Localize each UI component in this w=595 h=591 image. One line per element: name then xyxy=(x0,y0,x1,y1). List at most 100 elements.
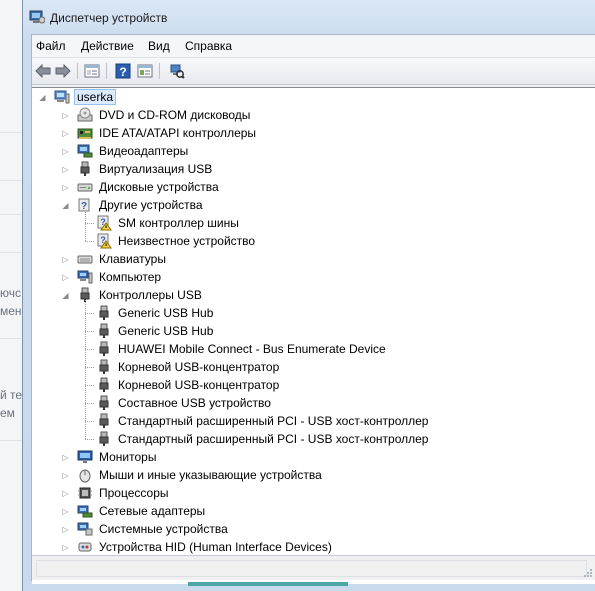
tree-node-label: Другие устройства xyxy=(99,198,203,212)
tree-connector-line xyxy=(85,210,86,241)
tree-node[interactable]: Контроллеры USB xyxy=(77,286,204,304)
menu-help[interactable]: Справка xyxy=(185,39,232,53)
expand-arrow-icon[interactable]: ▷ xyxy=(61,489,70,498)
tree-node[interactable]: IDE ATA/ATAPI контроллеры xyxy=(77,124,258,142)
keyboard-icon xyxy=(77,255,93,264)
tree-node-label: Мыши и иные указывающие устройства xyxy=(99,468,322,482)
tree-node-label: Неизвестное устройство xyxy=(118,234,256,248)
title-bar[interactable]: Диспетчер устройств xyxy=(23,0,595,36)
expand-arrow-icon[interactable]: ▷ xyxy=(61,453,70,462)
usb-plug-icon xyxy=(99,413,109,428)
toolbar: ? xyxy=(32,58,595,85)
properties-button[interactable] xyxy=(83,62,101,80)
tree-connector-line xyxy=(85,241,94,242)
tree-node-label: Клавиатуры xyxy=(99,252,166,266)
tree-child-node[interactable]: Корневой USB-концентратор xyxy=(96,376,281,394)
tree-connector-line xyxy=(85,331,94,332)
tree-node[interactable]: Клавиатуры xyxy=(77,250,168,268)
collapse-arrow-icon[interactable]: ◢ xyxy=(61,201,70,210)
tree-node[interactable]: ? Другие устройства xyxy=(77,196,205,214)
expand-arrow-icon[interactable]: ▷ xyxy=(61,471,70,480)
usb-plug-icon xyxy=(99,305,109,320)
tree-child-node[interactable]: ? SM контроллер шины xyxy=(96,214,241,232)
tree-child-node[interactable]: Generic USB Hub xyxy=(96,322,215,340)
tree-node-label: DVD и CD-ROM дисководы xyxy=(99,108,251,122)
resize-grip-icon[interactable] xyxy=(583,568,593,578)
tree-node[interactable]: DVD и CD-ROM дисководы xyxy=(77,106,252,124)
tree-connector-line xyxy=(85,385,94,386)
tree-node[interactable]: Компьютер xyxy=(77,268,163,286)
expand-arrow-icon[interactable]: ▷ xyxy=(61,147,70,156)
tree-node-label: Устройства HID (Human Interface Devices) xyxy=(99,540,332,554)
tree-node[interactable]: Видеоадаптеры xyxy=(77,142,190,160)
tree-node[interactable]: Дисковые устройства xyxy=(77,178,221,196)
monitor-icon xyxy=(77,450,93,463)
menu-bar: Файл Действие Вид Справка xyxy=(32,35,595,58)
usb-plug-icon xyxy=(99,359,109,374)
tree-node-label: Корневой USB-концентратор xyxy=(118,360,280,374)
tree-node-label: Видеоадаптеры xyxy=(99,144,189,158)
tree-node[interactable]: Системные устройства xyxy=(77,520,230,538)
tree-node[interactable]: Мониторы xyxy=(77,448,158,466)
background-text: й те xyxy=(0,388,23,402)
back-button[interactable] xyxy=(34,62,52,80)
tree-node[interactable]: Виртуализация USB xyxy=(77,160,214,178)
tree-node-label: Дисковые устройства xyxy=(99,180,219,194)
device-tree[interactable]: userka ◢ DVD и CD-ROM дисководы ▷ IDE ATA/AT… xyxy=(32,87,595,584)
tree-connector-line xyxy=(85,300,86,439)
window-title: Диспетчер устройств xyxy=(50,11,168,25)
processor-icon xyxy=(78,487,92,499)
tree-connector-line xyxy=(85,421,94,422)
menu-view[interactable]: Вид xyxy=(148,39,170,53)
tree-node-label: Составное USB устройство xyxy=(118,396,271,410)
collapse-arrow-icon[interactable]: ◢ xyxy=(38,93,47,102)
tree-connector-line xyxy=(85,403,94,404)
tree-connector-line xyxy=(85,349,94,350)
tree-node[interactable]: Устройства HID (Human Interface Devices) xyxy=(77,538,334,556)
help-button[interactable]: ? xyxy=(114,62,132,80)
expand-arrow-icon[interactable]: ▷ xyxy=(61,165,70,174)
tree-node[interactable]: Сетевые адаптеры xyxy=(77,502,207,520)
svg-text:?: ? xyxy=(119,65,126,79)
menu-action[interactable]: Действие xyxy=(81,39,134,53)
usb-plug-icon xyxy=(99,323,109,338)
usb-plug-icon xyxy=(99,395,109,410)
display-adapter-icon xyxy=(77,144,93,158)
expand-arrow-icon[interactable]: ▷ xyxy=(61,183,70,192)
usb-plug-icon xyxy=(99,377,109,392)
expand-arrow-icon[interactable]: ▷ xyxy=(61,129,70,138)
status-bar xyxy=(32,555,595,586)
tree-child-node[interactable]: Стандартный расширенный PCI - USB хост-к… xyxy=(96,430,430,448)
tree-child-node[interactable]: Стандартный расширенный PCI - USB хост-к… xyxy=(96,412,430,430)
expand-arrow-icon[interactable]: ▷ xyxy=(61,111,70,120)
device-manager-icon xyxy=(29,10,45,24)
tree-node-label: IDE ATA/ATAPI контроллеры xyxy=(99,126,257,140)
tree-connector-line xyxy=(85,313,94,314)
scan-hardware-button[interactable] xyxy=(168,62,186,80)
tree-child-node[interactable]: Корневой USB-концентратор xyxy=(96,358,281,376)
console-tree-button[interactable] xyxy=(136,62,154,80)
tree-child-node[interactable]: ? Неизвестное устройство xyxy=(96,232,257,250)
expand-arrow-icon[interactable]: ▷ xyxy=(61,507,70,516)
expand-arrow-icon[interactable]: ▷ xyxy=(61,255,70,264)
tree-connector-line xyxy=(85,367,94,368)
tree-child-node[interactable]: Составное USB устройство xyxy=(96,394,273,412)
svg-text:?: ? xyxy=(81,201,87,212)
collapse-arrow-icon[interactable]: ◢ xyxy=(61,291,70,300)
tree-root-node[interactable]: userka xyxy=(54,88,117,106)
forward-button[interactable] xyxy=(54,62,72,80)
tree-child-node[interactable]: HUAWEI Mobile Connect - Bus Enumerate De… xyxy=(96,340,388,358)
scan-hardware-icon xyxy=(170,64,185,79)
usb-plug-icon xyxy=(80,161,90,176)
expand-arrow-icon[interactable]: ▷ xyxy=(61,273,70,282)
expand-arrow-icon[interactable]: ▷ xyxy=(61,543,70,552)
toolbar-separator xyxy=(106,63,107,79)
computer-icon xyxy=(77,270,93,284)
toolbar-separator xyxy=(159,63,160,79)
tree-node[interactable]: Мыши и иные указывающие устройства xyxy=(77,466,324,484)
tree-child-node[interactable]: Generic USB Hub xyxy=(96,304,215,322)
tree-node-label: userka xyxy=(74,89,117,105)
expand-arrow-icon[interactable]: ▷ xyxy=(61,525,70,534)
tree-node[interactable]: Процессоры xyxy=(77,484,171,502)
menu-file[interactable]: Файл xyxy=(36,39,66,53)
